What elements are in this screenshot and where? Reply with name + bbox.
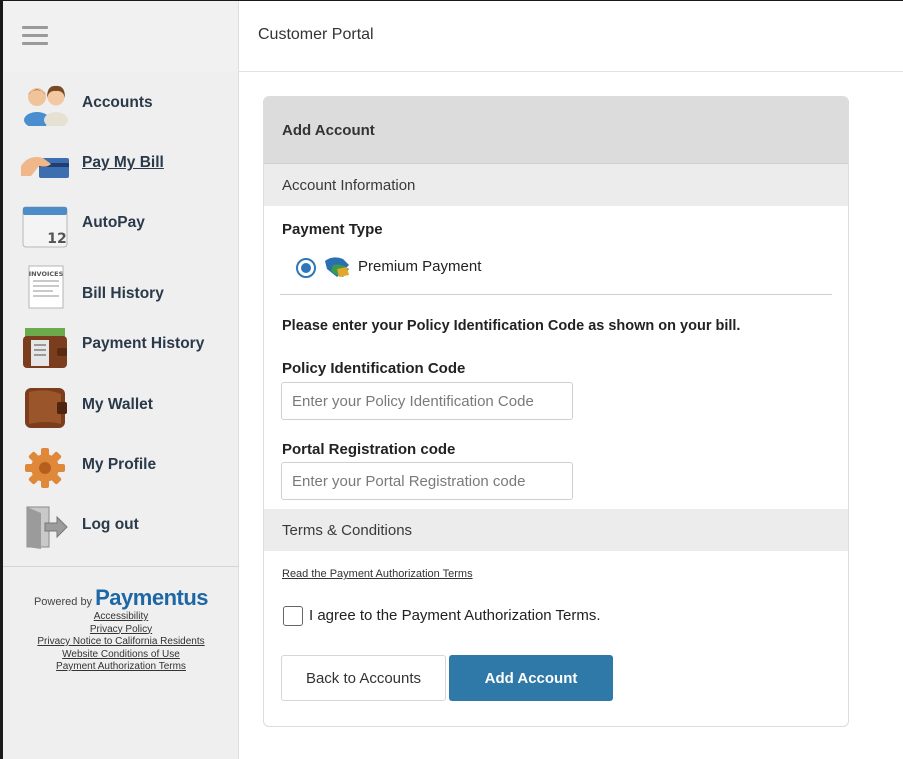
powered-by-text: Powered by	[33, 596, 93, 608]
sidebar-footer: Powered by Paymentus Accessibility Priva…	[3, 585, 239, 674]
read-terms-link[interactable]: Read the Payment Authorization Terms	[282, 568, 473, 580]
sidebar-item-bill-history[interactable]: INVOICES Bill History	[3, 258, 239, 318]
footer-link-payment-terms[interactable]: Payment Authorization Terms	[3, 661, 239, 674]
sidebar-item-payment-history[interactable]: Payment History	[3, 318, 239, 378]
footer-link-website-conditions[interactable]: Website Conditions of Use	[3, 649, 239, 662]
calendar-icon: 12	[22, 206, 68, 248]
card-header: Add Account	[264, 97, 848, 164]
top-bar: Customer Portal	[3, 1, 903, 72]
gear-icon	[25, 448, 65, 488]
sidebar-item-label: AutoPay	[82, 214, 145, 231]
add-account-button[interactable]: Add Account	[449, 655, 613, 701]
svg-text:12: 12	[47, 231, 66, 247]
add-account-card: Add Account Account Information Payment …	[263, 96, 849, 727]
footer-link-privacy-policy[interactable]: Privacy Policy	[3, 624, 239, 637]
wallet-cash-icon	[23, 328, 67, 368]
wallet-icon	[25, 388, 67, 428]
instruction-text: Please enter your Policy Identification …	[282, 318, 741, 334]
svg-text:INVOICES: INVOICES	[29, 270, 64, 278]
divider	[280, 294, 832, 295]
menu-cell	[3, 1, 239, 72]
registration-code-input[interactable]	[281, 462, 573, 500]
premium-payment-radio[interactable]	[296, 258, 316, 278]
terms-conditions-section: Terms & Conditions	[264, 509, 848, 551]
registration-code-label: Portal Registration code	[282, 441, 456, 458]
card-title: Add Account	[282, 122, 375, 139]
section-title: Terms & Conditions	[282, 522, 413, 539]
paymentus-logo: Paymentus	[95, 585, 209, 610]
footer-link-california-privacy[interactable]: Privacy Notice to California Residents	[3, 636, 239, 649]
section-title: Account Information	[282, 177, 416, 194]
pay-bill-icon	[21, 157, 69, 178]
sidebar-item-label: My Profile	[82, 456, 157, 473]
payment-type-label: Payment Type	[282, 221, 383, 238]
invoice-icon: INVOICES	[28, 265, 64, 309]
sidebar-divider	[3, 566, 239, 567]
sidebar-item-autopay[interactable]: 12 AutoPay	[3, 198, 239, 258]
hamburger-menu-icon[interactable]	[22, 26, 48, 46]
powered-by: Powered by Paymentus	[3, 585, 239, 611]
premium-payment-label: Premium Payment	[358, 258, 482, 275]
sidebar-item-label: Pay My Bill	[82, 154, 164, 171]
footer-link-accessibility[interactable]: Accessibility	[3, 611, 239, 624]
portal-title: Customer Portal	[258, 26, 374, 43]
sidebar-item-label: Log out	[82, 516, 139, 533]
agree-terms-checkbox[interactable]	[283, 606, 303, 626]
sidebar-item-my-profile[interactable]: My Profile	[3, 438, 239, 498]
account-information-section: Account Information	[264, 164, 848, 206]
policy-code-label: Policy Identification Code	[282, 360, 466, 377]
sidebar-item-label: Bill History	[82, 285, 164, 302]
back-to-accounts-button[interactable]: Back to Accounts	[281, 655, 446, 701]
policy-code-input[interactable]	[281, 382, 573, 420]
premium-payment-icon	[325, 257, 349, 277]
sidebar-item-label: My Wallet	[82, 396, 153, 413]
sidebar-item-label: Payment History	[82, 335, 205, 352]
sidebar-item-label: Accounts	[82, 94, 153, 111]
agree-terms-label: I agree to the Payment Authorization Ter…	[309, 607, 601, 624]
sidebar-item-pay-my-bill[interactable]: Pay My Bill	[3, 138, 239, 198]
logout-door-icon	[26, 506, 68, 549]
accounts-icon	[24, 85, 68, 126]
sidebar-item-accounts[interactable]: Accounts	[3, 78, 239, 138]
sidebar: Accounts Pay My Bill 12 AutoPay INVOICES…	[3, 72, 239, 759]
sidebar-item-my-wallet[interactable]: My Wallet	[3, 378, 239, 438]
sidebar-item-log-out[interactable]: Log out	[3, 498, 239, 558]
